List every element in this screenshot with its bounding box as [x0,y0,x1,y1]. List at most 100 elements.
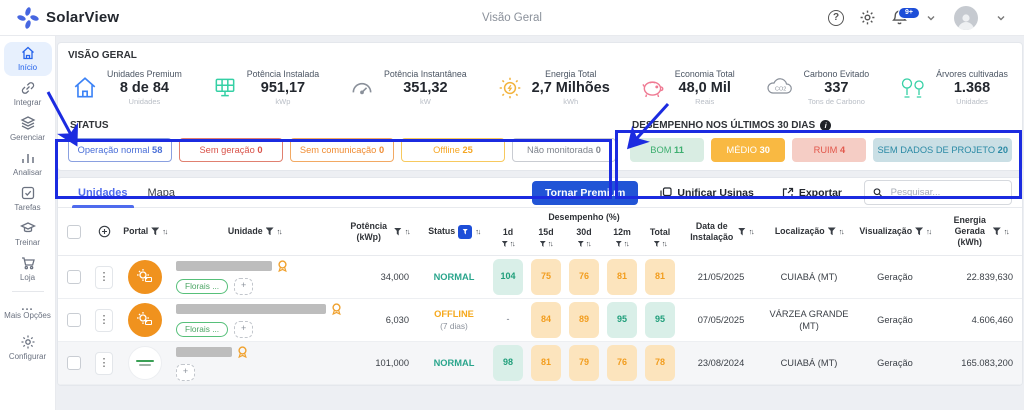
settings-gear-icon[interactable] [858,9,876,27]
sort-icon[interactable]: ↑↓ [586,239,591,248]
tab-mapa[interactable]: Mapa [138,178,186,208]
sort-icon[interactable]: ↑↓ [162,227,167,236]
sidebar-item-analisar[interactable]: Analisar [4,147,52,181]
chevron-down-icon[interactable] [922,9,940,27]
sidebar-item-mais-opcoes[interactable]: ... Mais Opções [4,296,52,330]
row-menu-icon[interactable]: ⋮ [95,266,113,289]
sidebar-item-configurar[interactable]: Configurar [4,331,52,365]
filter-icon[interactable] [738,228,746,236]
tab-unidades[interactable]: Unidades [68,178,138,208]
premium-medal-icon [277,260,288,273]
user-avatar[interactable] [954,6,978,30]
exportar-button[interactable]: Exportar [776,186,848,200]
energia-value: 165.083,200 [935,357,1023,369]
row-menu-icon[interactable]: ⋮ [95,309,113,332]
notifications-bell-icon[interactable]: 9+ [890,9,908,27]
sidebar-item-treinar[interactable]: Treinar [4,217,52,251]
perf-1d: 104 [493,259,523,295]
chevron-down-icon[interactable] [992,9,1010,27]
data-instalacao-value: 07/05/2025 [679,314,763,326]
filter-icon[interactable] [540,241,546,247]
search-box [864,180,1012,205]
sort-icon[interactable]: ↑↓ [510,239,515,248]
sidebar-item-tarefas[interactable]: Tarefas [4,182,52,216]
filter-icon[interactable] [394,228,402,236]
add-tag-button[interactable]: + [176,364,195,381]
perf-group-label: Desempenho (%) [489,212,679,222]
sort-icon[interactable]: ↑↓ [1004,227,1009,236]
sidebar-item-loja[interactable]: Loja [4,252,52,286]
sort-icon[interactable]: ↑↓ [839,227,844,236]
perf-1d: - [493,302,523,338]
col-30d: 30d [576,227,591,238]
unify-icon [660,187,672,199]
filter-icon[interactable] [993,227,1001,235]
status-filter-offline[interactable]: Offline 25 [401,138,505,162]
sort-icon[interactable]: ↑↓ [624,239,629,248]
tornar-premium-button[interactable]: Tornar Premium [532,181,638,205]
add-tag-button[interactable]: + [234,321,253,338]
sidebar-item-inicio[interactable]: Início [4,42,52,76]
perf-30d: 89 [569,302,599,338]
sort-icon[interactable]: ↑↓ [405,227,410,236]
info-icon[interactable]: i [820,120,831,131]
row-menu-icon[interactable]: ⋮ [95,352,113,375]
active-filter-icon[interactable] [458,225,472,239]
select-all-checkbox[interactable] [67,225,81,239]
unit-tag-pill[interactable]: Florais ... [176,279,228,294]
filter-icon[interactable] [828,227,836,235]
gauge-icon [349,75,375,101]
overview-card: VISÃO GERAL Unidades Premium 8 de 84 Uni… [57,42,1023,171]
filter-icon[interactable] [266,227,274,235]
help-icon[interactable]: ? [828,10,844,26]
search-input[interactable] [889,186,1003,199]
more-options-icon: ... [21,305,33,309]
potencia-value: 6,030 [337,314,419,326]
row-checkbox[interactable] [67,356,81,370]
filter-icon[interactable] [151,227,159,235]
row-checkbox[interactable] [67,313,81,327]
sidebar-item-integrar[interactable]: Integrar [4,77,52,111]
solar-panel-icon [212,75,238,101]
add-tag-button[interactable]: + [234,278,253,295]
unit-cell: Florais ... + [172,260,337,295]
col-portal: Portal [123,226,148,237]
performance-filter-ruim[interactable]: RUIM 4 [792,138,866,162]
perf-15d: 84 [531,302,561,338]
sort-icon[interactable]: ↑↓ [475,227,480,236]
sidebar-item-gerenciar[interactable]: Gerenciar [4,112,52,146]
energia-value: 4.606,460 [935,314,1023,326]
filter-icon[interactable] [654,241,660,247]
co2-cloud-icon: CO2 [765,77,795,99]
row-checkbox[interactable] [67,270,81,284]
status-filter-operacao-normal[interactable]: Operação normal 58 [68,138,172,162]
filter-icon[interactable] [502,241,508,247]
filter-icon[interactable] [616,241,622,247]
perf-15d: 75 [531,259,561,295]
performance-filter-sem-dados[interactable]: SEM DADOS DE PROJETO 20 [873,138,1012,162]
status-filter-sem-comunicacao[interactable]: Sem comunicação 0 [290,138,394,162]
sort-icon[interactable]: ↑↓ [277,227,282,236]
redacted-unit-name [176,347,232,357]
sort-icon[interactable]: ↑↓ [926,227,931,236]
unificar-usinas-button[interactable]: Unificar Usinas [654,186,759,200]
status-filter-nao-monitorada[interactable]: Não monitorada 0 [512,138,616,162]
status-cell: NORMAL [419,357,489,369]
sort-icon[interactable]: ↑↓ [749,227,754,236]
svg-text:CO2: CO2 [775,86,786,92]
performance-filter-medio[interactable]: MÉDIO 30 [711,138,785,162]
filter-icon[interactable] [578,241,584,247]
export-icon [782,187,794,199]
perf-15d: 81 [531,345,561,381]
add-column-icon[interactable] [98,225,111,238]
sort-icon[interactable]: ↑↓ [548,239,553,248]
status-filter-sem-geracao[interactable]: Sem geração 0 [179,138,283,162]
performance-filter-bom[interactable]: BOM 11 [630,138,704,162]
house-icon [72,75,98,101]
sort-icon[interactable]: ↑↓ [662,239,667,248]
unit-tag-pill[interactable]: Florais ... [176,322,228,337]
filter-icon[interactable] [915,227,923,235]
app-logo[interactable]: SolarView [16,6,119,30]
localizacao-value: VÁRZEA GRANDE (MT) [763,308,855,332]
col-potencia: Potência (kWp) [347,221,391,243]
